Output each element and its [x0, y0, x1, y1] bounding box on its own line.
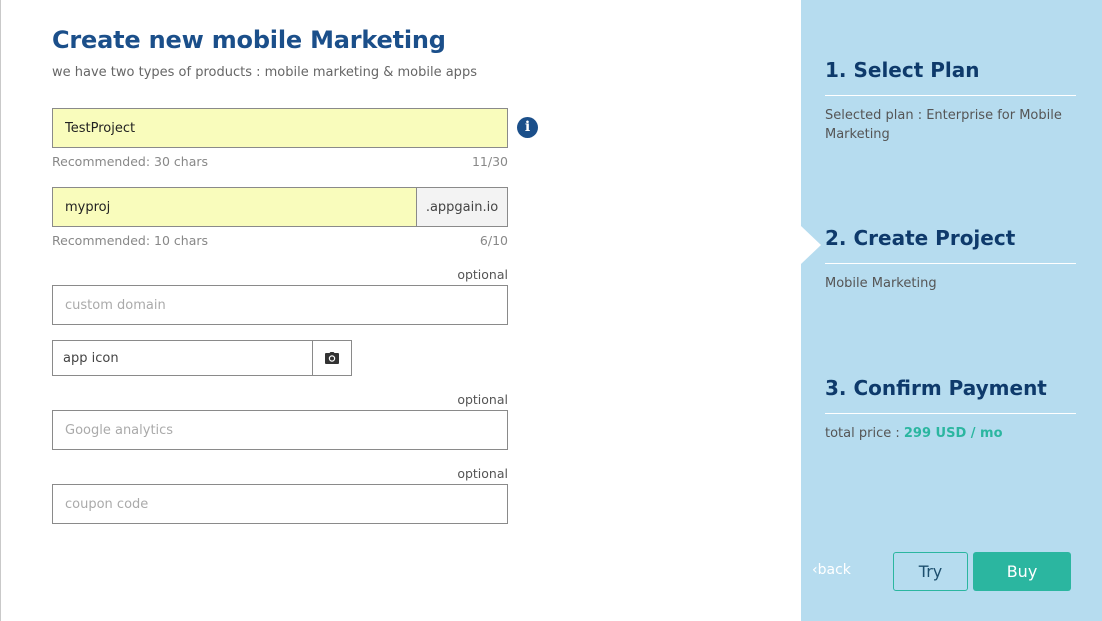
subdomain-hint: Recommended: 10 chars 6/10	[52, 233, 508, 248]
subdomain-suffix: .appgain.io	[416, 188, 507, 226]
subdomain-field[interactable]: .appgain.io	[52, 187, 508, 227]
page-title: Create new mobile Marketing	[52, 26, 446, 54]
project-name-input[interactable]	[53, 109, 507, 147]
total-price-value: 299 USD / mo	[903, 426, 1003, 441]
project-name-hint: Recommended: 30 chars 11/30	[52, 154, 508, 169]
custom-domain-field[interactable]	[52, 285, 508, 325]
subdomain-char-count: 6/10	[479, 233, 508, 248]
camera-icon	[325, 352, 339, 364]
coupon-input[interactable]	[53, 485, 507, 523]
custom-domain-input[interactable]	[53, 286, 507, 324]
step-divider	[825, 413, 1076, 414]
custom-domain-optional-label: optional	[457, 267, 508, 282]
step-confirm-payment-desc: total price : 299 USD / mo	[825, 424, 1065, 443]
google-analytics-optional-label: optional	[457, 392, 508, 407]
step-create-project-desc: Mobile Marketing	[825, 276, 937, 291]
google-analytics-input[interactable]	[53, 411, 507, 449]
try-button[interactable]: Try	[893, 552, 968, 591]
google-analytics-field[interactable]	[52, 410, 508, 450]
step-select-plan-title: 1. Select Plan	[825, 58, 980, 82]
app-icon-label: app icon	[63, 350, 119, 366]
back-label: back	[817, 562, 851, 578]
coupon-optional-label: optional	[457, 466, 508, 481]
subdomain-recommendation: Recommended: 10 chars	[52, 233, 209, 248]
page-subtitle: we have two types of products : mobile m…	[52, 65, 477, 80]
project-name-recommendation: Recommended: 30 chars	[52, 154, 209, 169]
app-icon-field[interactable]: app icon	[52, 340, 352, 376]
step-divider	[825, 263, 1076, 264]
step-select-plan-desc: Selected plan : Enterprise for Mobile Ma…	[825, 108, 1062, 142]
total-price-label: total price :	[825, 426, 904, 441]
subdomain-input[interactable]	[53, 188, 416, 226]
info-icon[interactable]: i	[517, 117, 538, 138]
buy-button[interactable]: Buy	[973, 552, 1071, 591]
back-link[interactable]: ‹back	[812, 562, 851, 578]
project-name-char-count: 11/30	[471, 154, 508, 169]
step-confirm-payment-title: 3. Confirm Payment	[825, 376, 1047, 400]
step-divider	[825, 95, 1076, 96]
step-create-project-title: 2. Create Project	[825, 226, 1016, 250]
active-step-indicator	[801, 226, 821, 264]
project-name-field[interactable]	[52, 108, 508, 148]
form-panel: Create new mobile Marketing we have two …	[0, 0, 801, 621]
steps-sidebar	[801, 0, 1102, 621]
coupon-field[interactable]	[52, 484, 508, 524]
camera-upload-button[interactable]	[312, 341, 351, 375]
